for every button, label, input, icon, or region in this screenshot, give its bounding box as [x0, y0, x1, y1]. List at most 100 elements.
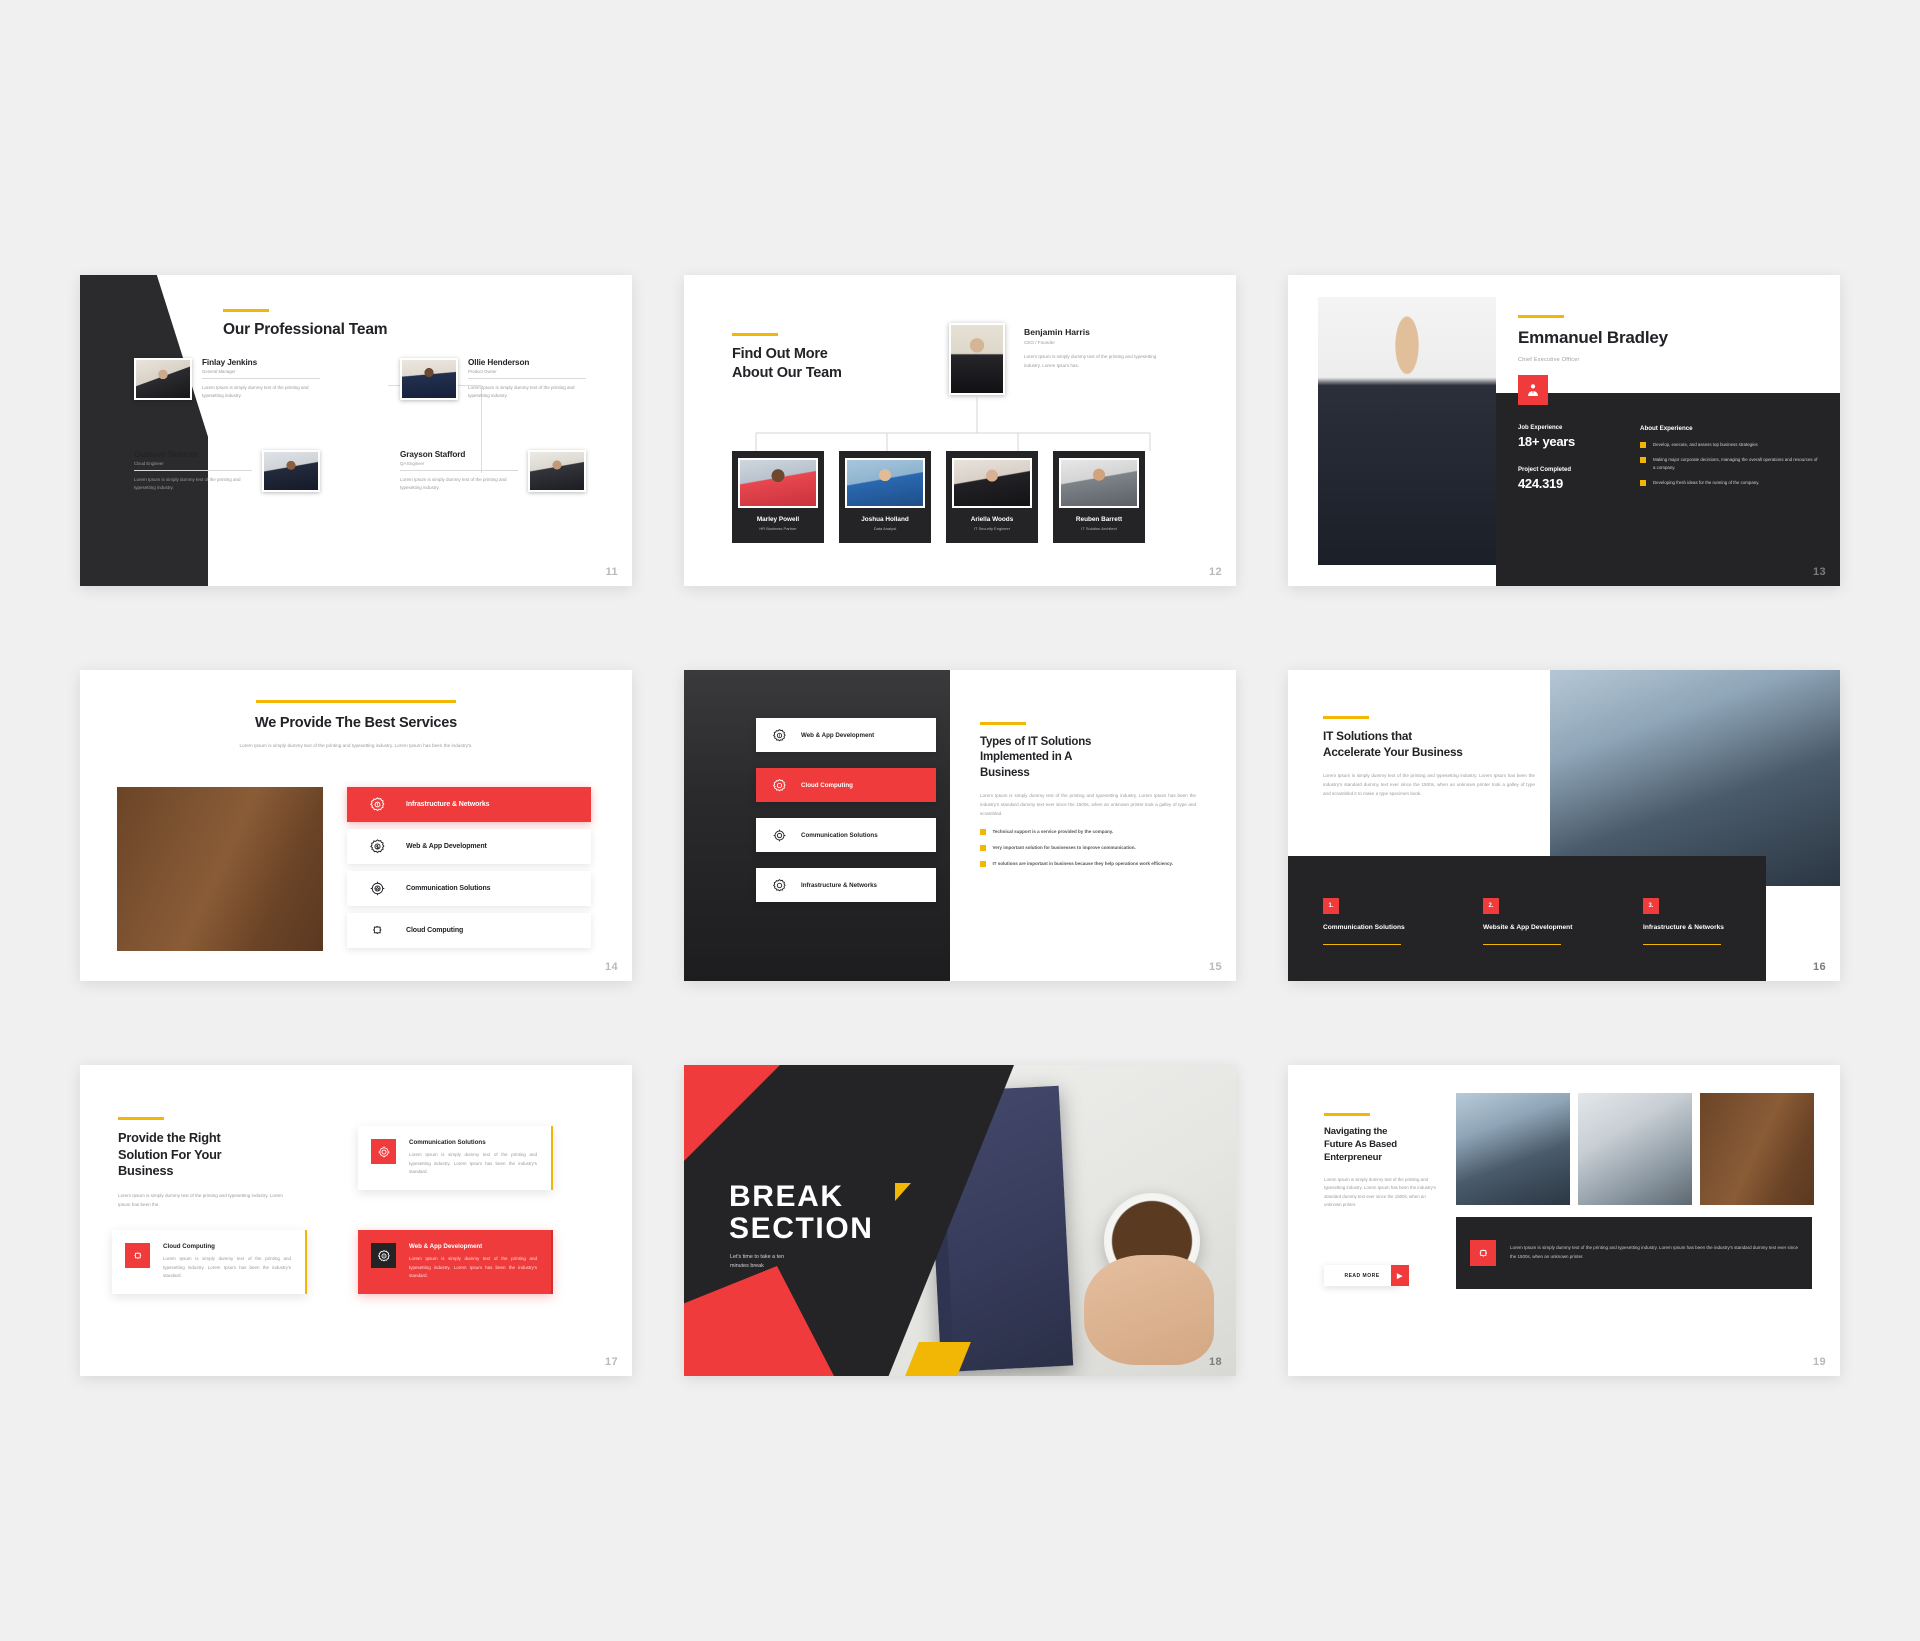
page-title-line-2: Implemented in A	[980, 751, 1073, 764]
accent-rule	[223, 309, 269, 312]
slide-number: 13	[1812, 566, 1826, 578]
slide-18-break-section[interactable]: BREAK SECTION Let's time to take a ten m…	[684, 1065, 1236, 1376]
member-role: IT Solution Architect	[1081, 526, 1117, 531]
title-line-1: BREAK	[729, 1180, 844, 1213]
accent-rule	[118, 1117, 164, 1120]
slide-15-types-of-it-solutions[interactable]: Web & App Development Cloud Computing Co…	[684, 670, 1236, 981]
menu-item-communication[interactable]: Communication Solutions	[756, 818, 936, 852]
member-role: Cloud Engineer	[134, 461, 164, 466]
title-line-2: SECTION	[729, 1212, 874, 1246]
target-star-icon	[371, 1139, 396, 1164]
page-title: Our Professional Team	[223, 321, 388, 338]
bullet-item: Technical support is a service provided …	[980, 828, 1196, 835]
bullet-square-icon	[1640, 479, 1646, 486]
page-title-line-3: Business	[980, 766, 1030, 779]
page-title-line-1: Find Out More	[732, 346, 828, 362]
cloud-puzzle-icon	[369, 922, 386, 939]
slide-13-header: Emmanuel Bradley Chief Executive Officer	[1518, 315, 1668, 363]
menu-item-cloud-computing[interactable]: Cloud Computing	[756, 768, 936, 802]
gear-cog-icon	[369, 796, 386, 813]
divider	[400, 470, 518, 471]
team-card[interactable]: Joshua Holland Data Analyst	[839, 451, 931, 543]
stat-label: Job Experience	[1518, 425, 1563, 431]
slide-number: 15	[1208, 961, 1222, 973]
member-name: Joshua Holland	[861, 516, 909, 523]
slide-16-accelerate-business[interactable]: IT Solutions that Accelerate Your Busine…	[1288, 670, 1840, 981]
meeting-photo	[1550, 670, 1840, 886]
item-label: Communication Solutions	[1323, 924, 1405, 932]
bullet-text: Technical support is a service provided …	[992, 829, 1114, 835]
slide-17-right-solution[interactable]: Provide the Right Solution For Your Busi…	[80, 1065, 632, 1376]
bullet-square-icon	[980, 845, 986, 851]
service-item-infrastructure[interactable]: Infrastructure & Networks	[347, 787, 591, 822]
strip-text: Lorem Ipsum is simply dummy text of the …	[1510, 1245, 1798, 1259]
card-text: Lorem Ipsum is simply dummy text of the …	[409, 1256, 537, 1279]
member-description: Lorem Ipsum is simply dummy text of the …	[400, 477, 507, 491]
page-title-line-2: Future As Based	[1324, 1138, 1397, 1150]
triangle-accent-icon	[890, 1183, 911, 1212]
service-item-communication[interactable]: Communication Solutions	[347, 871, 591, 906]
card-title: Communication Solutions	[409, 1139, 486, 1146]
team-member-card[interactable]: Grayson Stafford QA Engineer Lorem Ipsum…	[400, 450, 586, 492]
underline-rule	[1643, 943, 1721, 945]
numbered-items: 1. Communication Solutions 2. Website & …	[1323, 898, 1741, 945]
divider	[202, 378, 320, 379]
team-card[interactable]: Ariella Woods IT Security Engineer	[946, 451, 1038, 543]
team-member-card[interactable]: Gustavo Duncan Cloud Engineer Lorem Ipsu…	[134, 450, 320, 492]
divider	[134, 470, 252, 471]
service-item-web-app[interactable]: Web & App Development	[347, 829, 591, 864]
read-more-label: READ MORE	[1344, 1272, 1380, 1279]
team-member-card[interactable]: Finlay Jenkins General Manager Lorem Ips…	[134, 358, 320, 400]
page-title: We Provide The Best Services	[254, 715, 458, 731]
avatar	[262, 450, 320, 492]
bullet-text: Develop, execute, and assess top busines…	[1653, 442, 1758, 447]
avatar	[1059, 458, 1139, 508]
item-number: 1.	[1323, 898, 1339, 915]
accent-rule	[732, 333, 778, 336]
item-label: Infrastructure & Networks	[1643, 924, 1724, 932]
team-member-card[interactable]: Ollie Henderson Product Owner Lorem Ipsu…	[400, 358, 586, 400]
team-card[interactable]: Reuben Barrett IT Solution Architect	[1053, 451, 1145, 543]
bullet-item: Developing fresh ideas for the running o…	[1640, 479, 1820, 486]
target-star-icon	[369, 880, 386, 897]
stat-list: Job Experience 18+ years Project Complet…	[1518, 425, 1618, 491]
solution-card-cloud[interactable]: Cloud Computing Lorem Ipsum is simply du…	[112, 1230, 307, 1294]
bullet-text: Very important solution for businesses t…	[992, 845, 1136, 851]
member-description: Lorem Ipsum is simply dummy text of the …	[134, 477, 241, 491]
page-title-line-1: Types of IT Solutions	[980, 736, 1092, 748]
lead-avatar	[949, 323, 1005, 395]
bullet-item: Develop, execute, and assess top busines…	[1640, 441, 1820, 448]
read-more-button[interactable]: READ MORE ▶	[1324, 1265, 1409, 1286]
slide-number: 16	[1812, 961, 1826, 973]
dollar-badge-icon	[371, 1243, 396, 1268]
slide-16-header: IT Solutions that Accelerate Your Busine…	[1323, 716, 1535, 798]
numbered-item[interactable]: 3. Infrastructure & Networks	[1643, 898, 1741, 945]
bullet-item: IT solutions are important in business b…	[980, 860, 1196, 867]
gear-cog-icon	[772, 778, 787, 793]
solution-card-web-app[interactable]: Web & App Development Lorem Ipsum is sim…	[358, 1230, 553, 1294]
numbered-item[interactable]: 2. Website & App Development	[1483, 898, 1581, 945]
body-paragraph: Lorem Ipsum is simply dummy text of the …	[1324, 1176, 1436, 1208]
slide-14-best-services[interactable]: We Provide The Best Services Lorem Ipsum…	[80, 670, 632, 981]
service-item-cloud[interactable]: Cloud Computing	[347, 913, 591, 948]
member-role: HR Business Partner	[759, 526, 797, 531]
solutions-menu: Web & App Development Cloud Computing Co…	[756, 718, 936, 918]
gallery-image	[1700, 1093, 1814, 1205]
numbered-item[interactable]: 1. Communication Solutions	[1323, 898, 1421, 945]
solution-card-communication[interactable]: Communication Solutions Lorem Ipsum is s…	[358, 1126, 553, 1190]
slide-19-navigating-future[interactable]: Navigating the Future As Based Enterpren…	[1288, 1065, 1840, 1376]
menu-item-infrastructure[interactable]: Infrastructure & Networks	[756, 868, 936, 902]
team-card-list: Marley Powell HR Business Partner Joshua…	[732, 451, 1145, 543]
menu-label: Cloud Computing	[801, 781, 853, 789]
team-card[interactable]: Marley Powell HR Business Partner	[732, 451, 824, 543]
accent-rule	[1324, 1113, 1370, 1116]
slide-12-find-out-more[interactable]: Find Out More About Our Team Benjamin Ha…	[684, 275, 1236, 586]
accent-rule	[1323, 716, 1369, 719]
menu-item-web-app[interactable]: Web & App Development	[756, 718, 936, 752]
slide-11-professional-team[interactable]: Our Professional Team Finlay Jenkins Gen…	[80, 275, 632, 586]
slide-number: 14	[604, 961, 618, 973]
bullet-text: Making major corporate decisions, managi…	[1653, 457, 1818, 470]
bullet-square-icon	[980, 861, 986, 867]
lead-info: Benjamin Harris CEO / Founder Lorem Ipsu…	[1024, 327, 1164, 370]
slide-13-executive-profile[interactable]: Emmanuel Bradley Chief Executive Officer…	[1288, 275, 1840, 586]
